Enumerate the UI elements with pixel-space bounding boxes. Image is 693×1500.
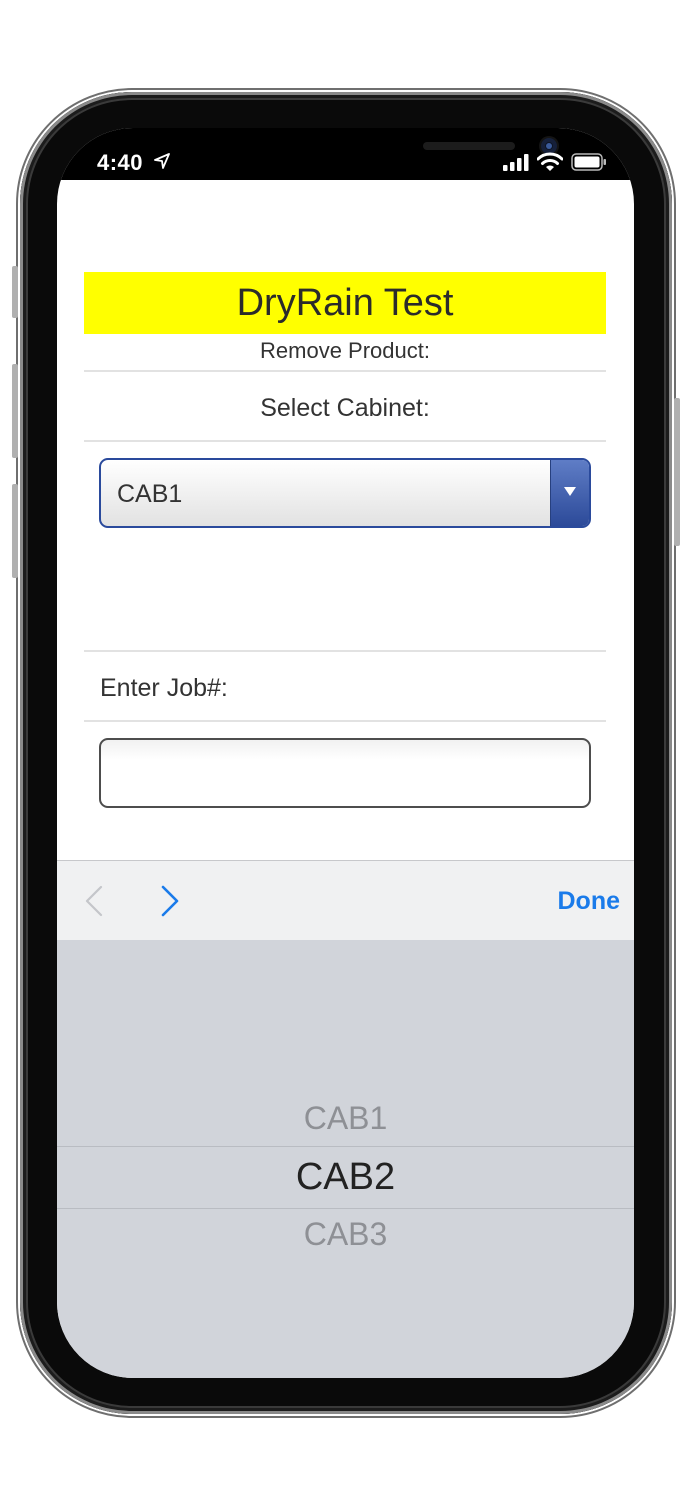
picker-selection-bottom-line (57, 1208, 634, 1209)
volume-down-button (12, 484, 18, 578)
option-picker-wheel[interactable]: CAB1 CAB2 CAB3 (57, 940, 634, 1378)
speaker-grille (423, 142, 515, 150)
battery-icon (571, 153, 606, 171)
phone-screen: 4:40 DryRain Test Remove Product: Select… (57, 128, 634, 1378)
picker-option-cab1[interactable]: CAB1 (57, 1100, 634, 1137)
silent-switch (12, 266, 18, 318)
cabinet-label: Select Cabinet: (260, 394, 430, 422)
cabinet-select-value: CAB1 (117, 480, 183, 508)
picker-option-cab2-selected[interactable]: CAB2 (57, 1156, 634, 1199)
divider (84, 440, 606, 442)
status-bar: 4:40 (57, 128, 634, 180)
divider (84, 370, 606, 372)
divider (84, 650, 606, 652)
keyboard-accessory-bar: Done (57, 860, 634, 941)
dropdown-arrow-icon[interactable] (550, 460, 589, 526)
page-subtitle: Remove Product: (260, 338, 430, 363)
done-button[interactable]: Done (558, 887, 621, 916)
chevron-left-icon[interactable] (85, 885, 103, 917)
notch (183, 128, 557, 174)
chevron-right-icon[interactable] (161, 885, 179, 917)
side-button (674, 398, 680, 546)
divider (84, 720, 606, 722)
location-arrow-icon (154, 153, 170, 169)
picker-selection-top-line (57, 1146, 634, 1147)
volume-up-button (12, 364, 18, 458)
page-title: DryRain Test (84, 272, 606, 334)
picker-option-cab3[interactable]: CAB3 (57, 1216, 634, 1253)
status-time: 4:40 (97, 150, 144, 175)
job-label: Enter Job#: (100, 674, 228, 702)
cabinet-select[interactable]: CAB1 (99, 458, 591, 528)
wifi-icon (537, 152, 563, 171)
cellular-signal-icon (503, 154, 529, 171)
job-number-input[interactable] (99, 738, 591, 808)
